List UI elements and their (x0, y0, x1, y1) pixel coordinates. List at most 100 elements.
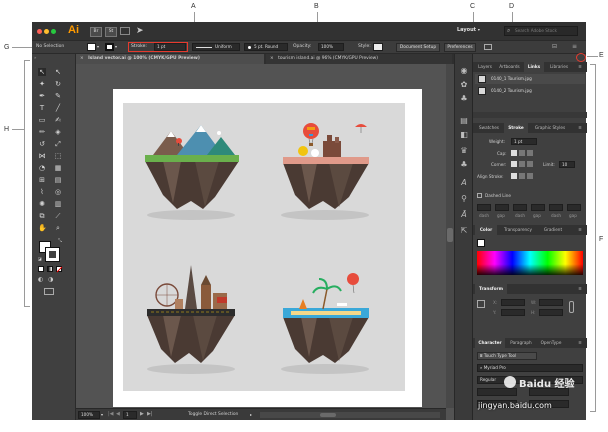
tab-color[interactable]: Color (475, 225, 497, 235)
align-center-icon[interactable]: ⊟ (552, 43, 557, 50)
free-transform-tool-icon[interactable]: ⬚ (54, 152, 62, 160)
round-cap-button[interactable] (519, 150, 525, 156)
panel-menu-icon[interactable]: ≡ (575, 123, 585, 133)
miter-join-button[interactable] (511, 161, 517, 167)
last-artboard-icon[interactable]: ▶| (147, 411, 153, 417)
horizontal-scrollbar[interactable] (260, 412, 440, 418)
gradient-mode-icon[interactable] (47, 266, 53, 272)
dash-field[interactable] (513, 204, 527, 211)
eraser-tool-icon[interactable]: ◈ (54, 128, 62, 136)
align-inside-button[interactable] (519, 173, 525, 179)
tab-stroke[interactable]: Stroke (504, 123, 528, 133)
color-spectrum[interactable] (477, 251, 583, 275)
first-artboard-icon[interactable]: |◀ (108, 411, 114, 417)
scroll-thumb[interactable] (320, 413, 336, 417)
tab-links[interactable]: Links (524, 62, 544, 72)
draw-mode-icon[interactable]: ◐ (38, 276, 43, 283)
brush-definition-dropdown[interactable]: 5 pt. Round (244, 43, 288, 51)
zoom-level-field[interactable]: 100% (78, 411, 100, 419)
swap-colors-icon[interactable]: ⤡ (58, 238, 62, 244)
tab-graphic-styles[interactable]: Graphic Styles (529, 123, 571, 133)
gap-field[interactable] (567, 204, 581, 211)
tab-transform[interactable]: Transform (475, 284, 507, 294)
tab-island-vector[interactable]: × Island vector.ai @ 100% (CMYK/GPU Prev… (76, 54, 264, 64)
stroke-swatch[interactable] (105, 43, 114, 51)
panel-menu-icon[interactable]: ≡ (572, 43, 577, 50)
previous-artboard-icon[interactable]: ◀ (116, 411, 120, 417)
slice-tool-icon[interactable]: ⟋ (54, 212, 62, 220)
close-window-button[interactable] (37, 29, 42, 34)
weight-field[interactable]: 1 pt (511, 138, 537, 145)
perspective-grid-tool-icon[interactable]: ▦ (54, 164, 62, 172)
tab-layers[interactable]: Layers (475, 62, 495, 72)
paintbrush-tool-icon[interactable]: ✍ (54, 116, 62, 124)
panel-menu-icon[interactable]: ≡ (575, 62, 585, 72)
opacity-field[interactable]: 100% (318, 43, 344, 51)
chevron-right-icon[interactable]: ▸ (250, 412, 252, 417)
curvature-tool-icon[interactable]: ✎ (54, 92, 62, 100)
tab-paragraph[interactable]: Paragraph (506, 338, 536, 348)
scroll-thumb[interactable] (447, 228, 453, 242)
send-icon[interactable]: ➤ (136, 26, 144, 36)
stroke-label[interactable]: Stroke: (131, 44, 147, 49)
artboard-number-field[interactable]: 1 (123, 411, 137, 419)
chevron-down-icon[interactable]: ▾ (115, 44, 117, 49)
direct-selection-tool-icon[interactable]: ↖ (54, 68, 62, 76)
zoom-tool-icon[interactable]: ⌕ (54, 224, 62, 232)
stroke-profile-dropdown[interactable]: Uniform (192, 43, 240, 51)
glyphs-icon[interactable]: ⚲ (459, 194, 469, 204)
mesh-tool-icon[interactable]: ⊞ (38, 176, 46, 184)
search-stock-input[interactable]: ⌕ Search Adobe Stock (504, 26, 578, 36)
align-center-button[interactable] (511, 173, 517, 179)
minimize-window-button[interactable] (44, 29, 49, 34)
workspace-switcher[interactable]: Layout ▾ (457, 27, 480, 33)
artboard-tool-icon[interactable]: ⧉ (38, 212, 46, 220)
panel-collapse-highlight[interactable] (576, 53, 586, 62)
panel-menu-icon[interactable]: ≡ (575, 225, 585, 235)
selection-tool-icon[interactable]: ↖ (38, 68, 46, 76)
tab-tourism-island[interactable]: × tourism island.ai @ 96% (CMYK/GPU Prev… (266, 54, 452, 64)
tab-character[interactable]: Character (475, 338, 505, 348)
screen-mode-icon[interactable] (44, 288, 54, 295)
tab-swatches[interactable]: Swatches (475, 123, 503, 133)
tab-transparency[interactable]: Transparency (498, 225, 538, 235)
align-outside-button[interactable] (527, 173, 533, 179)
link-item[interactable]: 0140_2 Tourism.jpg (475, 86, 585, 96)
opentype-icon[interactable]: Ā (459, 210, 469, 220)
document-setup-button[interactable]: Document Setup (396, 43, 440, 52)
window-grid-icon[interactable] (120, 27, 130, 35)
blend-tool-icon[interactable]: ◎ (54, 188, 62, 196)
shaper-tool-icon[interactable]: ✏ (38, 128, 46, 136)
h-field[interactable] (539, 309, 563, 316)
tab-close-icon[interactable]: × (80, 56, 84, 61)
fill-swatch[interactable] (87, 43, 96, 51)
pathfinder-icon[interactable]: ◧ (459, 130, 469, 140)
fill-stroke-mini-swatch[interactable] (477, 239, 485, 247)
color-guide-icon[interactable]: ◉ (459, 66, 469, 76)
width-tool-icon[interactable]: ⋈ (38, 152, 46, 160)
stroke-weight-field[interactable]: 1 pt (154, 43, 186, 51)
brushes-icon[interactable]: ✿ (459, 80, 469, 90)
gap-field[interactable] (495, 204, 509, 211)
tab-gradient[interactable]: Gradient (539, 225, 567, 235)
chevron-down-icon[interactable]: ▾ (101, 412, 103, 417)
character-styles-icon[interactable]: A (459, 178, 469, 188)
next-artboard-icon[interactable]: ▶ (140, 411, 144, 417)
align-icon[interactable]: ▤ (459, 116, 469, 126)
arrange-documents-icon[interactable] (484, 44, 492, 50)
projecting-cap-button[interactable] (527, 150, 533, 156)
y-field[interactable] (501, 309, 525, 316)
stock-icon[interactable]: St (105, 27, 117, 37)
gap-field[interactable] (531, 204, 545, 211)
club-icon[interactable]: ♣ (459, 160, 469, 170)
type-tool-icon[interactable]: T (38, 104, 46, 112)
dash-field[interactable] (477, 204, 491, 211)
panel-menu-icon[interactable]: ≡ (575, 338, 585, 348)
limit-field[interactable]: 10 (559, 161, 575, 168)
default-colors-icon[interactable]: ◪ (38, 256, 42, 261)
tab-libraries[interactable]: Libraries (545, 62, 573, 72)
rotate-tool-icon[interactable]: ↺ (38, 140, 46, 148)
symbols-icon[interactable]: ♣ (459, 94, 469, 104)
draw-inside-icon[interactable]: ◑ (48, 276, 53, 283)
line-tool-icon[interactable]: ╱ (54, 104, 62, 112)
